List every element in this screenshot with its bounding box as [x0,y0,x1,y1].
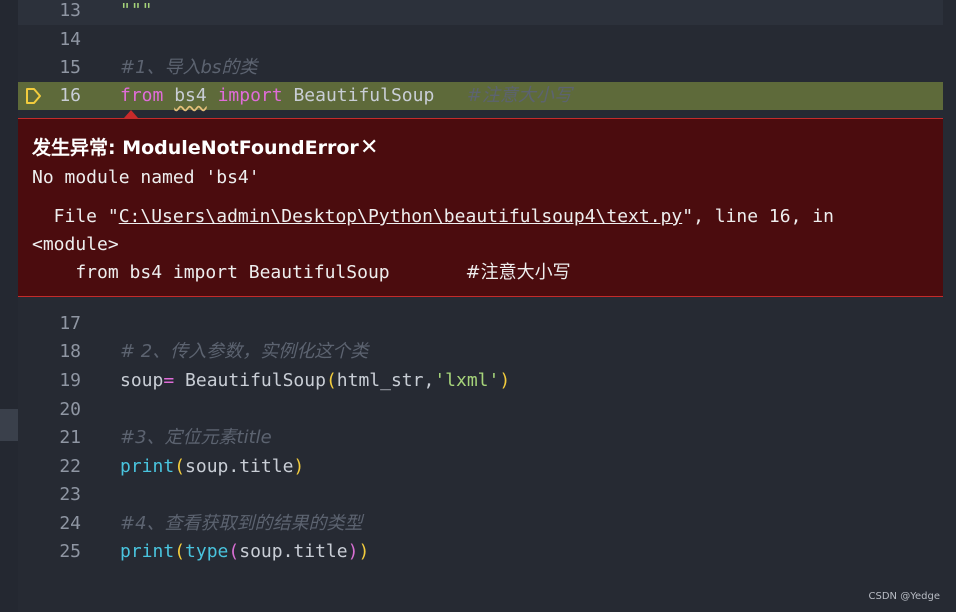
call-name: BeautifulSoup [185,370,326,391]
code-line-14[interactable]: 14 [18,26,943,54]
module-bs4[interactable]: bs4 [174,85,207,106]
traceback-module: <module> [32,234,119,255]
traceback-source-code: from bs4 import BeautifulSoup [32,262,466,283]
exception-message: No module named 'bs4' [32,167,260,188]
code-text: #1、导入bs的类 [120,54,257,82]
code-text: print(soup.title) [120,456,305,477]
line-number: 21 [59,427,81,448]
exception-title: 发生异常: ModuleNotFoundError [32,137,359,159]
code-line-13[interactable]: 13 """ [18,0,943,25]
traceback-file-line: File "C:\Users\admin\Desktop\Python\beau… [32,203,834,231]
close-icon[interactable]: ✕ [360,135,378,161]
line-number: 23 [59,484,81,505]
line-number: 19 [59,370,81,391]
code-line-20[interactable]: 20 [18,396,943,424]
comment: #注意大小写 [466,85,572,106]
peek-arrow [124,110,138,118]
import-name: BeautifulSoup [293,85,435,106]
code-text: print(type(soup.title)) [120,541,370,562]
keyword-from: from [120,85,164,106]
string-literal: 'lxml' [434,370,500,391]
code-line-22[interactable]: 22 print(soup.title) [18,453,943,481]
comment: # 2、传入参数，实例化这个类 [120,341,369,362]
line-number: 22 [59,456,81,477]
line-number: 18 [59,341,81,362]
code-line-16[interactable]: 16 from bs4 import BeautifulSoup #注意大小写 [18,82,943,110]
call-args: html_str, [336,370,435,391]
traceback-suffix: ", line 16, in [682,206,834,227]
comment: #3、定位元素title [120,427,272,448]
comment: #4、查看获取到的结果的类型 [120,513,363,534]
traceback-prefix: File " [32,206,119,227]
call-args: soup.title [185,456,294,477]
line-number: 24 [59,513,81,534]
exception-widget: 发生异常: ModuleNotFoundError ✕ No module na… [18,118,943,297]
variable: soup [120,370,164,391]
line-number: 14 [59,29,81,50]
activity-marker [0,409,18,441]
code-line-17[interactable]: 17 [18,310,943,338]
code-line-24[interactable]: 24 #4、查看获取到的结果的类型 [18,510,943,538]
code-line-18[interactable]: 18 # 2、传入参数，实例化这个类 [18,338,943,366]
operator: = [163,370,175,391]
code-line-21[interactable]: 21 #3、定位元素title [18,424,943,452]
traceback-source-comment: #注意大小写 [465,262,571,283]
code-line-25[interactable]: 25 print(type(soup.title)) [18,538,943,566]
line-number: 25 [59,541,81,562]
function-name: print [120,456,175,477]
code-text: #3、定位元素title [120,424,272,452]
call-args: soup.title [239,541,348,562]
code-line-23[interactable]: 23 [18,481,943,509]
comment: #1、导入bs的类 [120,57,258,78]
docstring-end: """ [120,0,153,21]
code-text: """ [120,0,153,25]
line-number: 20 [59,399,81,420]
line-number: 13 [59,0,81,21]
code-text: from bs4 import BeautifulSoup #注意大小写 [120,82,572,110]
code-text: soup= BeautifulSoup(html_str,'lxml') [120,370,511,391]
code-line-19[interactable]: 19 soup= BeautifulSoup(html_str,'lxml') [18,367,943,395]
watermark: CSDN @Yedge [868,591,940,602]
line-number: 16 [59,85,81,106]
traceback-source: from bs4 import BeautifulSoup #注意大小写 [32,259,571,287]
code-text: #4、查看获取到的结果的类型 [120,510,363,538]
line-number: 17 [59,313,81,334]
line-number: 15 [59,57,81,78]
code-text: # 2、传入参数，实例化这个类 [120,338,368,366]
function-name: print [120,541,175,562]
traceback-file-link[interactable]: C:\Users\admin\Desktop\Python\beautifuls… [119,206,683,227]
function-name-inner: type [185,541,229,562]
code-line-15[interactable]: 15 #1、导入bs的类 [18,54,943,82]
keyword-import: import [217,85,283,106]
activity-strip [0,0,18,612]
